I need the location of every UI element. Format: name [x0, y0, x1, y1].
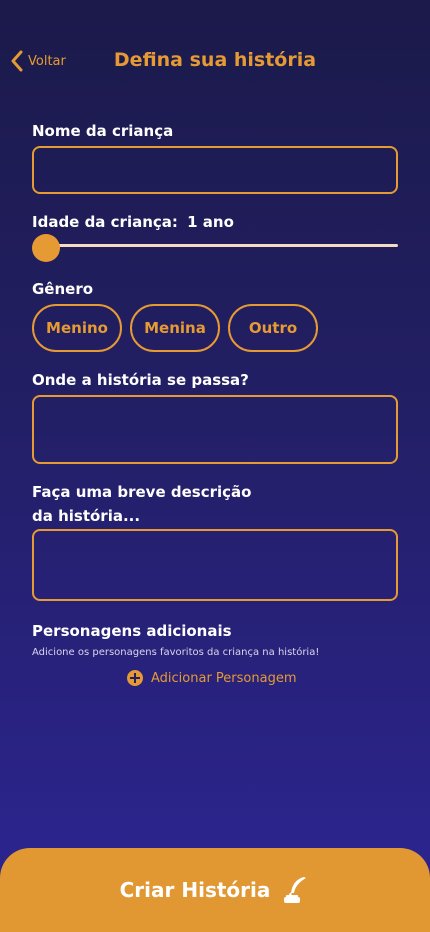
header: Voltar Defina sua história	[0, 44, 430, 80]
characters-hint: Adicione os personagens favoritos da cri…	[32, 647, 320, 658]
description-label-line2: da história...	[32, 507, 141, 525]
gender-option-outro[interactable]: Outro	[228, 304, 318, 352]
create-story-label: Criar História	[119, 878, 271, 902]
age-label-text: Idade da criança:	[32, 213, 178, 231]
plus-circle-icon	[127, 670, 143, 686]
age-label: Idade da criança: 1 ano	[32, 213, 234, 231]
name-label: Nome da criança	[32, 122, 174, 140]
add-character-label: Adicionar Personagem	[151, 670, 297, 686]
description-input[interactable]	[32, 529, 398, 601]
location-label: Onde a história se passa?	[32, 371, 249, 389]
create-story-button[interactable]: Criar História	[0, 848, 430, 932]
gender-option-menina[interactable]: Menina	[130, 304, 220, 352]
description-label-line1: Faça uma breve descrição	[32, 483, 252, 501]
characters-label: Personagens adicionais	[32, 622, 232, 640]
page-title: Defina sua história	[113, 49, 317, 71]
quill-ink-icon	[284, 877, 307, 903]
location-input[interactable]	[32, 395, 398, 464]
age-slider-thumb[interactable]	[32, 234, 60, 262]
age-value: 1 ano	[187, 213, 234, 231]
name-input[interactable]	[32, 146, 398, 194]
age-slider-track[interactable]	[46, 244, 398, 247]
gender-option-menino[interactable]: Menino	[32, 304, 122, 352]
add-character-button[interactable]: Adicionar Personagem	[127, 670, 297, 686]
gender-label: Gênero	[32, 280, 94, 298]
